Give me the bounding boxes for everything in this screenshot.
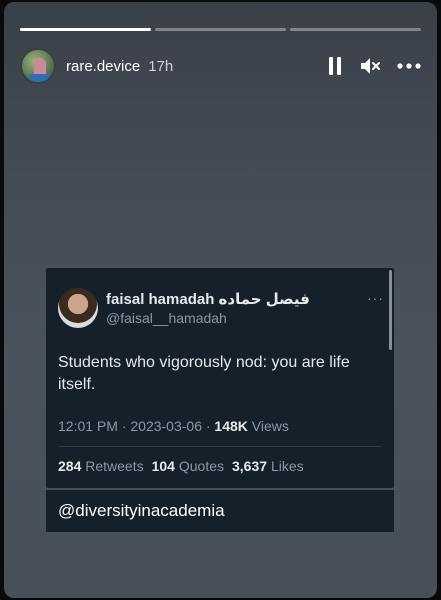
post-time: 17h: [148, 57, 174, 75]
retweets-count: 284: [58, 458, 82, 474]
tweet-avatar: [58, 288, 98, 328]
progress-segment: [290, 28, 421, 31]
tweet-timestamp: 12:01 PM · 2023-03-06 ·: [58, 418, 215, 434]
tweet-views-count: 148K: [214, 418, 248, 434]
tweet-stats: 284 Retweets 104 Quotes 3,637 Likes: [58, 458, 304, 474]
story-header: rare.device 17h: [20, 46, 421, 86]
tweet-views-label: Views: [247, 418, 289, 434]
tweet-divider: [58, 446, 382, 447]
likes-stat: 3,637 Likes: [232, 458, 304, 474]
tweet-author-name: faisal hamadah فيصل حماده: [106, 291, 310, 308]
caption-mention[interactable]: @diversityinacademia: [58, 501, 225, 521]
progress-segment: [155, 28, 286, 31]
quotes-label: Quotes: [178, 458, 224, 474]
retweets-stat: 284 Retweets: [58, 458, 144, 474]
mute-icon: [361, 58, 380, 74]
tweet-card[interactable]: faisal hamadah فيصل حماده @faisal__hamad…: [46, 268, 394, 488]
more-button[interactable]: [397, 63, 421, 69]
tweet-meta: 12:01 PM · 2023-03-06 · 148K Views: [58, 418, 289, 434]
retweets-label: Retweets: [85, 458, 144, 474]
mute-button[interactable]: [359, 56, 381, 76]
story-view: rare.device 17h faisal hamadah فيصل حماد…: [4, 2, 437, 598]
story-controls: [327, 56, 421, 76]
progress-segment: [20, 28, 151, 31]
more-icon: [397, 63, 421, 69]
story-progress: [20, 28, 421, 31]
avatar-figure-base: [30, 74, 50, 82]
tweet-author-handle: @faisal__hamadah: [106, 310, 227, 326]
caption-box: @diversityinacademia: [46, 490, 394, 532]
progress-fill: [20, 28, 151, 31]
avatar[interactable]: [20, 48, 56, 84]
tweet-more-icon: ···: [367, 290, 384, 306]
quotes-stat: 104 Quotes: [152, 458, 224, 474]
likes-count: 3,637: [232, 458, 268, 474]
pause-button[interactable]: [327, 56, 343, 76]
pause-icon: [329, 57, 341, 75]
username[interactable]: rare.device: [66, 58, 140, 75]
tweet-text: Students who vigorously nod: you are lif…: [58, 354, 350, 393]
likes-label: Likes: [270, 458, 304, 474]
quotes-count: 104: [151, 458, 175, 474]
